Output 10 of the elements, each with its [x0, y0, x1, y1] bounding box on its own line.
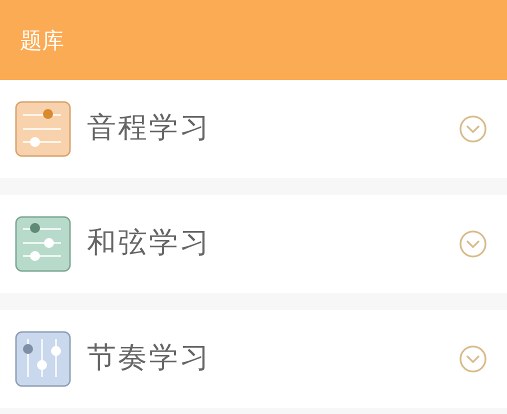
section-row[interactable]: 节奏学习 — [0, 310, 507, 408]
section-label: 和弦学习 — [87, 226, 211, 262]
section-label: 音程学习 — [87, 111, 211, 146]
section-row[interactable]: 音程学习 — [0, 80, 507, 178]
header-title: 题库 — [20, 26, 64, 54]
section-row[interactable]: 和弦学习 — [0, 195, 507, 293]
chevron-down-icon — [459, 230, 487, 258]
chevron-down-icon — [459, 345, 487, 373]
chevron-down-icon — [459, 115, 487, 143]
section-label: 节奏学习 — [87, 341, 211, 376]
